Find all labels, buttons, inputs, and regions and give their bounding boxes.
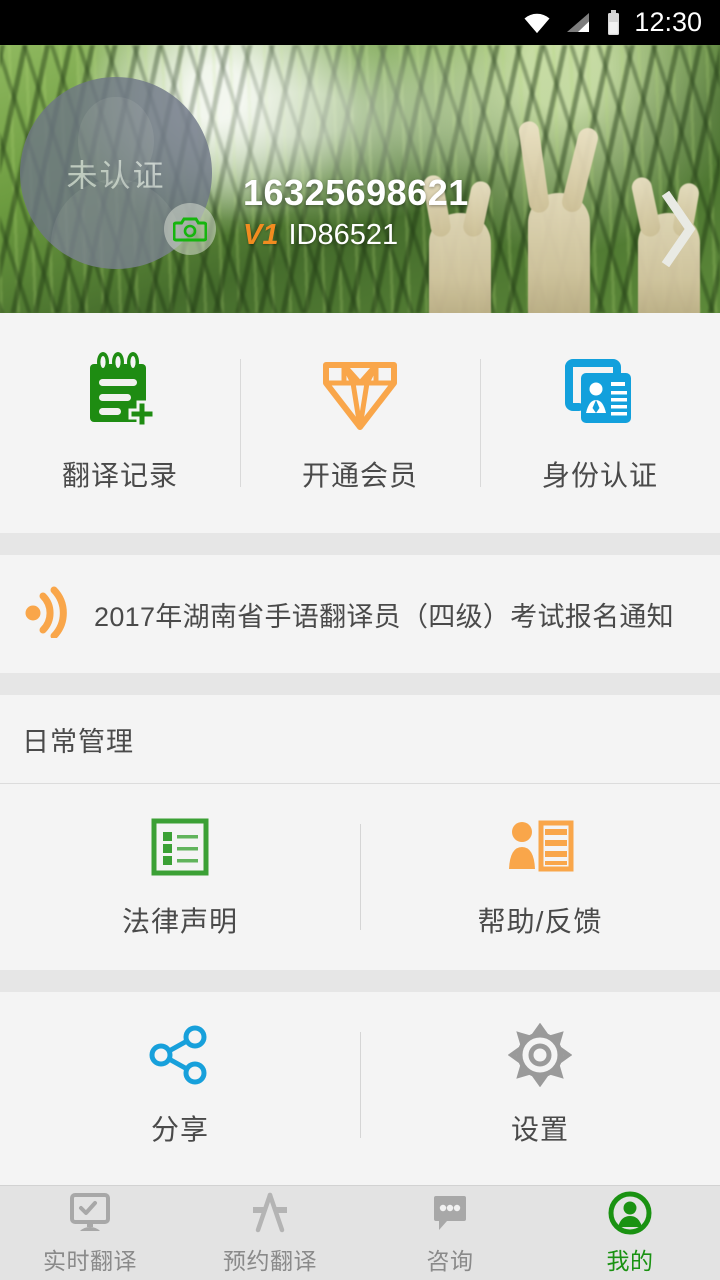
tab-mine[interactable]: 我的 bbox=[540, 1191, 720, 1276]
avatar[interactable]: 未认证 bbox=[20, 77, 216, 269]
quick-action-label: 开通会员 bbox=[301, 460, 418, 491]
menu-item-legal-statement[interactable]: 法律声明 bbox=[0, 784, 360, 970]
tab-label: 预约翻译 bbox=[223, 1247, 317, 1274]
section-separator bbox=[0, 533, 720, 555]
person-list-icon bbox=[505, 814, 575, 880]
cellular-signal-icon bbox=[565, 11, 593, 35]
tab-label: 咨询 bbox=[426, 1247, 474, 1274]
status-bar-time: 12:30 bbox=[634, 7, 702, 37]
quick-action-translation-records[interactable]: 翻译记录 bbox=[0, 313, 240, 533]
profile-circle-icon bbox=[607, 1191, 653, 1235]
broadcast-icon bbox=[20, 586, 72, 643]
compass-a-icon bbox=[247, 1191, 293, 1235]
chevron-right-icon[interactable] bbox=[660, 190, 702, 272]
level-badge: V1 bbox=[243, 218, 279, 251]
section-title-text: 日常管理 bbox=[22, 726, 134, 757]
chat-bubble-dots-icon bbox=[428, 1191, 472, 1235]
menu-item-share[interactable]: 分享 bbox=[0, 992, 360, 1178]
section-header-daily-management: 日常管理 bbox=[0, 695, 720, 783]
tab-realtime-translation[interactable]: 实时翻译 bbox=[0, 1191, 180, 1276]
app-root: 12:30 未认证 16325698621 V1 ID86521 翻译记录 开通… bbox=[0, 0, 720, 1280]
quick-action-identity-verification[interactable]: 身份认证 bbox=[480, 313, 720, 533]
tab-scheduled-translation[interactable]: 预约翻译 bbox=[180, 1191, 360, 1276]
menu-item-help-feedback[interactable]: 帮助/反馈 bbox=[360, 784, 720, 970]
profile-user-id: ID86521 bbox=[288, 218, 399, 251]
tab-label: 我的 bbox=[606, 1247, 654, 1274]
quick-action-label: 身份认证 bbox=[541, 460, 658, 491]
notepad-plus-icon bbox=[82, 352, 158, 432]
list-document-icon bbox=[148, 814, 212, 880]
menu-item-label: 帮助/反馈 bbox=[477, 906, 603, 937]
section-separator bbox=[0, 673, 720, 695]
secondary-menu-row: 分享 设置 bbox=[0, 992, 720, 1178]
menu-item-settings[interactable]: 设置 bbox=[360, 992, 720, 1178]
tab-label: 实时翻译 bbox=[43, 1247, 137, 1274]
quick-action-label: 翻译记录 bbox=[61, 460, 178, 491]
status-bar: 12:30 bbox=[0, 0, 720, 45]
profile-info: 16325698621 V1 ID86521 bbox=[243, 173, 469, 252]
battery-icon bbox=[606, 9, 621, 36]
menu-item-label: 分享 bbox=[150, 1114, 209, 1145]
notice-banner[interactable]: 2017年湖南省手语翻译员（四级）考试报名通知 bbox=[0, 555, 720, 673]
tab-consultation[interactable]: 咨询 bbox=[360, 1191, 540, 1276]
diamond-icon bbox=[320, 352, 400, 432]
share-nodes-icon bbox=[147, 1022, 213, 1088]
monitor-check-icon bbox=[68, 1191, 112, 1235]
gear-icon bbox=[508, 1022, 572, 1088]
section-separator bbox=[0, 970, 720, 992]
wifi-icon bbox=[522, 11, 552, 35]
camera-icon[interactable] bbox=[164, 203, 216, 255]
menu-item-label: 法律声明 bbox=[121, 906, 238, 937]
profile-header[interactable]: 未认证 16325698621 V1 ID86521 bbox=[0, 45, 720, 313]
daily-management-row: 法律声明 帮助/反馈 bbox=[0, 784, 720, 970]
quick-actions-row: 翻译记录 开通会员 身份认证 bbox=[0, 313, 720, 533]
avatar-verify-label: 未认证 bbox=[66, 158, 166, 194]
id-card-icon bbox=[561, 352, 639, 432]
notice-text: 2017年湖南省手语翻译员（四级）考试报名通知 bbox=[94, 601, 674, 632]
profile-phone: 16325698621 bbox=[243, 172, 469, 213]
quick-action-become-member[interactable]: 开通会员 bbox=[240, 313, 480, 533]
bottom-tab-bar: 实时翻译 预约翻译 咨询 我的 bbox=[0, 1185, 720, 1280]
menu-item-label: 设置 bbox=[510, 1114, 569, 1145]
